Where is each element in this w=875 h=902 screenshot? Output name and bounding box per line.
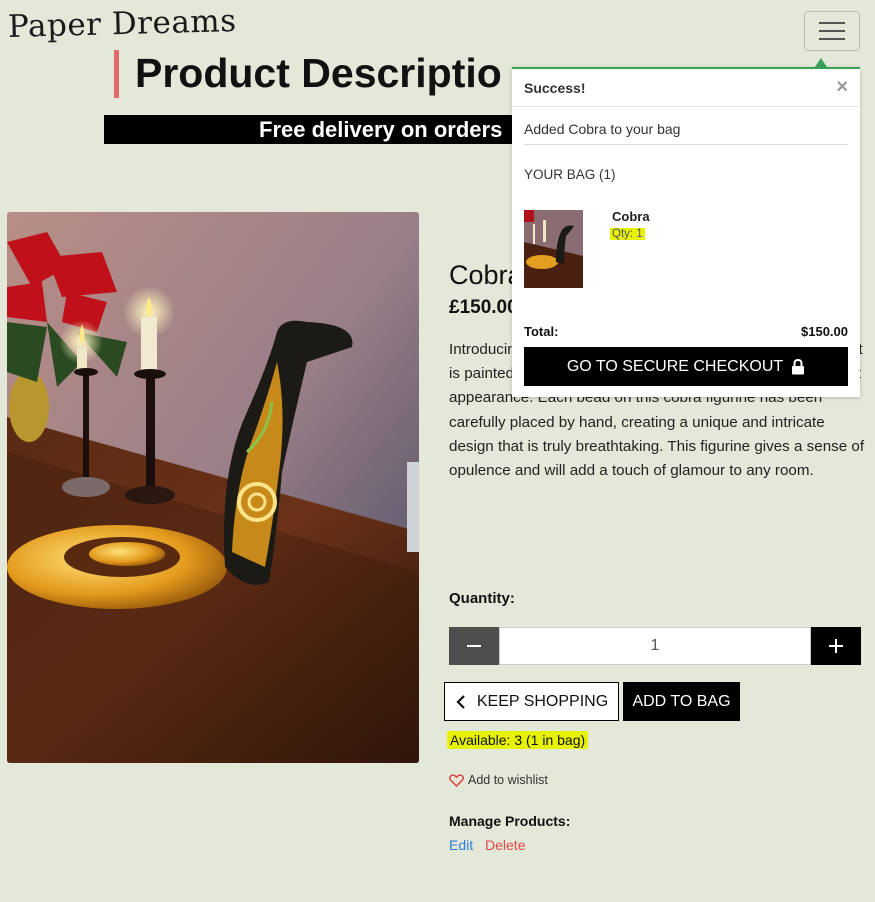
bag-total-label: Total: (524, 324, 559, 339)
site-logo[interactable]: Paper Dreams (8, 3, 237, 45)
bag-item-thumbnail (524, 210, 583, 288)
quantity-label: Quantity: (449, 590, 515, 607)
heart-icon (449, 773, 464, 787)
decrement-button[interactable] (449, 627, 499, 665)
secure-checkout-button[interactable]: GO TO SECURE CHECKOUT (524, 347, 848, 386)
manage-products-label: Manage Products: (449, 813, 571, 829)
lock-icon (792, 358, 805, 374)
toast-header: Success! × (512, 69, 860, 107)
minus-icon (467, 645, 481, 647)
product-price: £150.00 (449, 297, 518, 318)
bag-item-name: Cobra (612, 209, 650, 224)
keep-shopping-button[interactable]: KEEP SHOPPING (444, 682, 619, 721)
manage-products-links: Edit Delete (449, 837, 525, 853)
bag-total-value: $150.00 (801, 324, 848, 339)
wishlist-label: Add to wishlist (468, 773, 548, 787)
product-image (7, 212, 419, 763)
menu-toggle-button[interactable] (804, 11, 860, 51)
availability-text: Available: 3 (1 in bag) (447, 731, 589, 749)
bag-title: YOUR BAG (1) (524, 167, 616, 182)
quantity-stepper (449, 627, 861, 665)
bag-item-qty: Qty: 1 (610, 228, 645, 240)
checkout-label: GO TO SECURE CHECKOUT (566, 357, 784, 375)
hamburger-icon (819, 22, 845, 24)
add-to-wishlist-link[interactable]: Add to wishlist (449, 773, 548, 787)
increment-button[interactable] (811, 627, 861, 665)
cobra-photo (7, 212, 419, 763)
success-toast: Success! × Added Cobra to your bag YOUR … (512, 67, 860, 397)
toast-arrow (815, 58, 827, 67)
edit-link[interactable]: Edit (449, 837, 473, 853)
delete-link[interactable]: Delete (485, 837, 525, 853)
keep-shopping-label: KEEP SHOPPING (476, 692, 609, 710)
toast-divider (524, 144, 848, 145)
add-to-bag-button[interactable]: ADD TO BAG (623, 682, 740, 721)
page-title: Product Descriptio (114, 50, 502, 98)
plus-icon (829, 639, 843, 653)
quantity-input[interactable] (499, 627, 811, 665)
chevron-left-icon (456, 694, 465, 709)
toast-message: Added Cobra to your bag (524, 121, 681, 137)
close-icon[interactable]: × (836, 76, 848, 99)
toast-title: Success! (524, 79, 586, 96)
cobra-thumbnail (524, 210, 583, 288)
